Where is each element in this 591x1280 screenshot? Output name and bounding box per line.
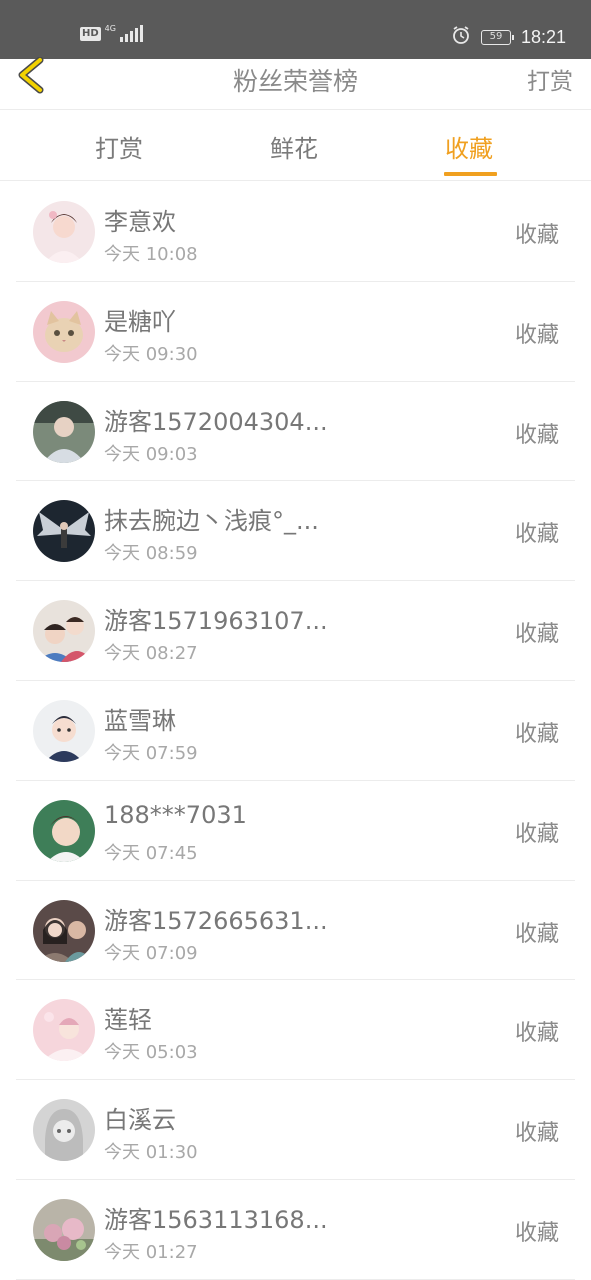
list-item[interactable]: 李意欢 今天 10:08 收藏 [16,182,575,282]
timestamp: 今天 08:27 [104,643,198,665]
avatar [33,999,95,1062]
list-item[interactable]: 游客1571963107... 今天 08:27 收藏 [16,581,575,681]
alarm-icon [451,25,471,49]
avatar [33,699,95,762]
list-item[interactable]: 抹去腕边丶浅痕°_... 今天 08:59 收藏 [16,481,575,582]
user-name: 游客1572665631... [104,906,328,935]
avatar [33,201,95,263]
avatar [33,1099,95,1162]
avatar [33,899,95,962]
tab-favorites[interactable]: 收藏 [445,129,493,164]
tab-reward[interactable]: 打赏 [95,129,143,164]
user-name: 白溪云 [104,1106,176,1135]
timestamp: 今天 09:03 [104,443,198,465]
user-name: 莲轻 [104,1006,152,1035]
reward-button[interactable]: 打赏 [527,62,573,96]
avatar [33,400,95,463]
page-title: 粉丝荣誉榜 [232,67,358,96]
status-bar: HD 4G 59 18:21 [0,0,591,59]
list-item[interactable]: 游客1572004304... 今天 09:03 收藏 [16,382,575,482]
user-name: 游客1572004304... [104,407,328,436]
timestamp: 今天 10:08 [104,244,198,265]
user-name: 游客1563113168... [104,1205,328,1234]
battery-icon: 59 [480,29,514,45]
user-name: 188***7031 [104,800,247,829]
action-label: 收藏 [514,1121,559,1147]
action-label: 收藏 [514,322,559,348]
clock: 18:21 [520,26,566,47]
battery-level: 59 [489,30,503,42]
list-item[interactable]: 蓝雪琳 今天 07:59 收藏 [16,681,575,781]
action-label: 收藏 [514,721,559,747]
action-label: 收藏 [514,522,559,548]
user-name: 游客1571963107... [104,607,328,636]
action-label: 收藏 [514,1220,559,1246]
list-item[interactable]: 游客1572665631... 今天 07:09 收藏 [16,881,575,981]
list-item[interactable]: 白溪云 今天 01:30 收藏 [16,1080,575,1180]
user-name: 蓝雪琳 [104,706,176,735]
network-status: HD 4G [80,23,143,42]
action-label: 收藏 [514,921,559,947]
list-item[interactable]: 188***7031 今天 07:45 收藏 [16,781,575,881]
system-status: 59 18:21 [451,25,566,49]
active-tab-indicator [444,172,497,176]
avatar [33,1198,95,1261]
user-name: 抹去腕边丶浅痕°_... [104,507,319,536]
hd-badge: HD [80,27,101,41]
timestamp: 今天 01:27 [104,1241,198,1263]
timestamp: 今天 08:59 [104,543,198,565]
list-item[interactable]: 游客1563113168... 今天 01:27 收藏 [16,1180,575,1280]
timestamp: 今天 07:59 [104,742,198,764]
list-item[interactable]: 莲轻 今天 05:03 收藏 [16,980,575,1081]
avatar [33,500,95,563]
action-label: 收藏 [514,422,559,448]
avatar [33,600,95,663]
fan-list: 李意欢 今天 10:08 收藏 是糖吖 今天 09:30 收藏 游客157200… [0,182,591,1280]
timestamp: 今天 07:45 [104,842,198,864]
avatar [33,300,95,363]
tab-flowers[interactable]: 鲜花 [270,129,318,164]
timestamp: 今天 05:03 [104,1042,198,1064]
user-name: 是糖吖 [104,307,176,336]
action-label: 收藏 [514,1021,559,1047]
avatar [33,799,95,862]
timestamp: 今天 07:09 [104,942,198,964]
action-label: 收藏 [514,223,559,248]
timestamp: 今天 01:30 [104,1142,198,1164]
tab-bar: 打赏 鲜花 收藏 [0,111,591,181]
action-label: 收藏 [514,821,559,847]
list-item[interactable]: 是糖吖 今天 09:30 收藏 [16,282,575,382]
network-type-label: 4G [104,23,116,33]
signal-icon [119,25,143,42]
nav-bar: 粉丝荣誉榜 打赏 [0,56,591,110]
timestamp: 今天 09:30 [104,343,198,365]
action-label: 收藏 [514,622,559,648]
user-name: 李意欢 [104,208,176,236]
